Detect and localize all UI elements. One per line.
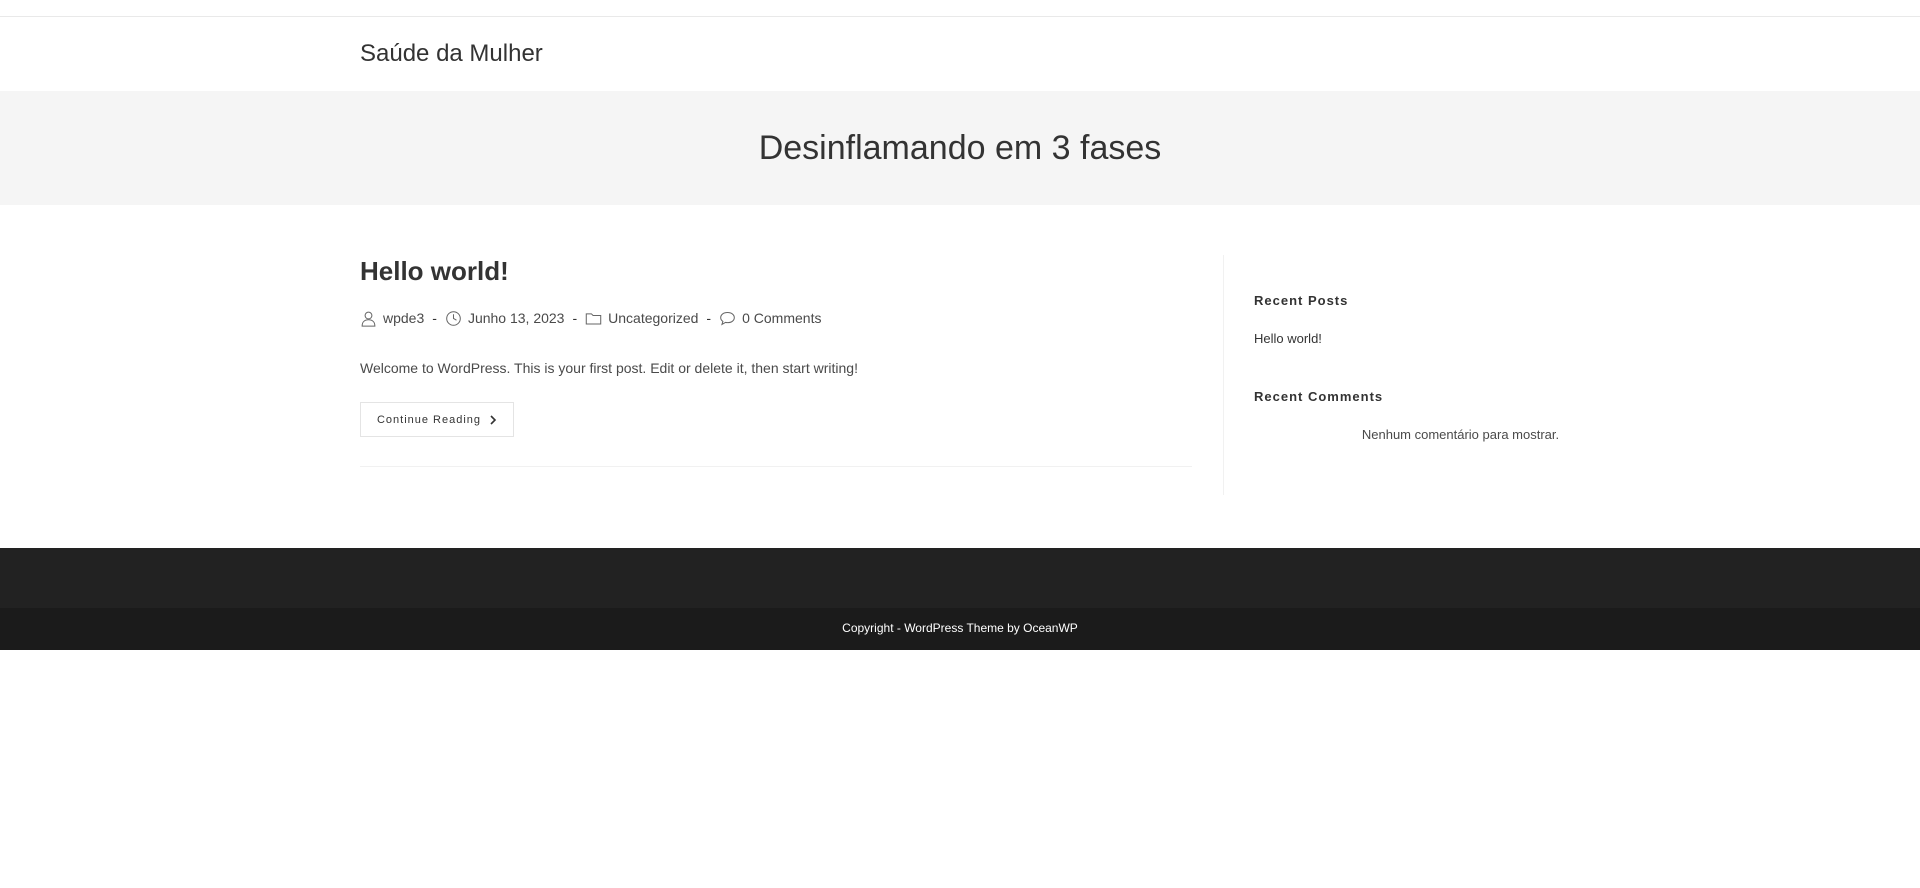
comments-link[interactable]: 0 Comments [742, 310, 821, 326]
site-title-link[interactable]: Saúde da Mulher [360, 39, 543, 69]
page-title: Desinflamando em 3 fases [758, 129, 1162, 167]
sidebar-divider [1223, 255, 1224, 495]
no-comments-text: Nenhum comentário para mostrar. [1361, 427, 1560, 442]
author-link[interactable]: wpde3 [383, 310, 424, 326]
post-divider [360, 466, 1192, 467]
meta-category: Uncategorized [585, 310, 698, 327]
recent-posts-title: Recent Posts [1254, 293, 1349, 308]
meta-separator: - [706, 310, 712, 326]
comment-icon [720, 311, 735, 326]
site-header: Saúde da Mulher [0, 17, 1920, 91]
meta-author: wpde3 [360, 310, 424, 327]
post-excerpt: Welcome to WordPress. This is your first… [360, 360, 858, 376]
meta-comments: 0 Comments [719, 310, 821, 327]
folder-icon [585, 312, 602, 325]
continue-reading-button[interactable]: Continue Reading [360, 402, 514, 437]
clock-icon [446, 310, 461, 326]
continue-reading-label: Continue Reading [376, 413, 482, 426]
recent-comments-title: Recent Comments [1254, 389, 1384, 404]
category-link[interactable]: Uncategorized [608, 310, 698, 326]
top-bar [0, 0, 1920, 17]
recent-post-link[interactable]: Hello world! [1254, 331, 1322, 346]
post-title-link[interactable]: Hello world! [360, 255, 509, 287]
chevron-right-icon [490, 414, 497, 425]
page-header: Desinflamando em 3 fases [0, 91, 1920, 205]
post-meta: wpde3 - Junho 13, 2023 - Uncategorized - [360, 307, 821, 329]
meta-separator: - [432, 310, 437, 326]
footer-widgets [0, 548, 1920, 608]
copyright-text: Copyright - WordPress Theme by OceanWP [842, 621, 1078, 635]
meta-separator: - [572, 310, 578, 326]
post-date: Junho 13, 2023 [467, 310, 565, 326]
meta-date: Junho 13, 2023 [445, 310, 565, 327]
user-icon [361, 311, 376, 327]
footer-bottom: Copyright - WordPress Theme by OceanWP [0, 608, 1920, 650]
